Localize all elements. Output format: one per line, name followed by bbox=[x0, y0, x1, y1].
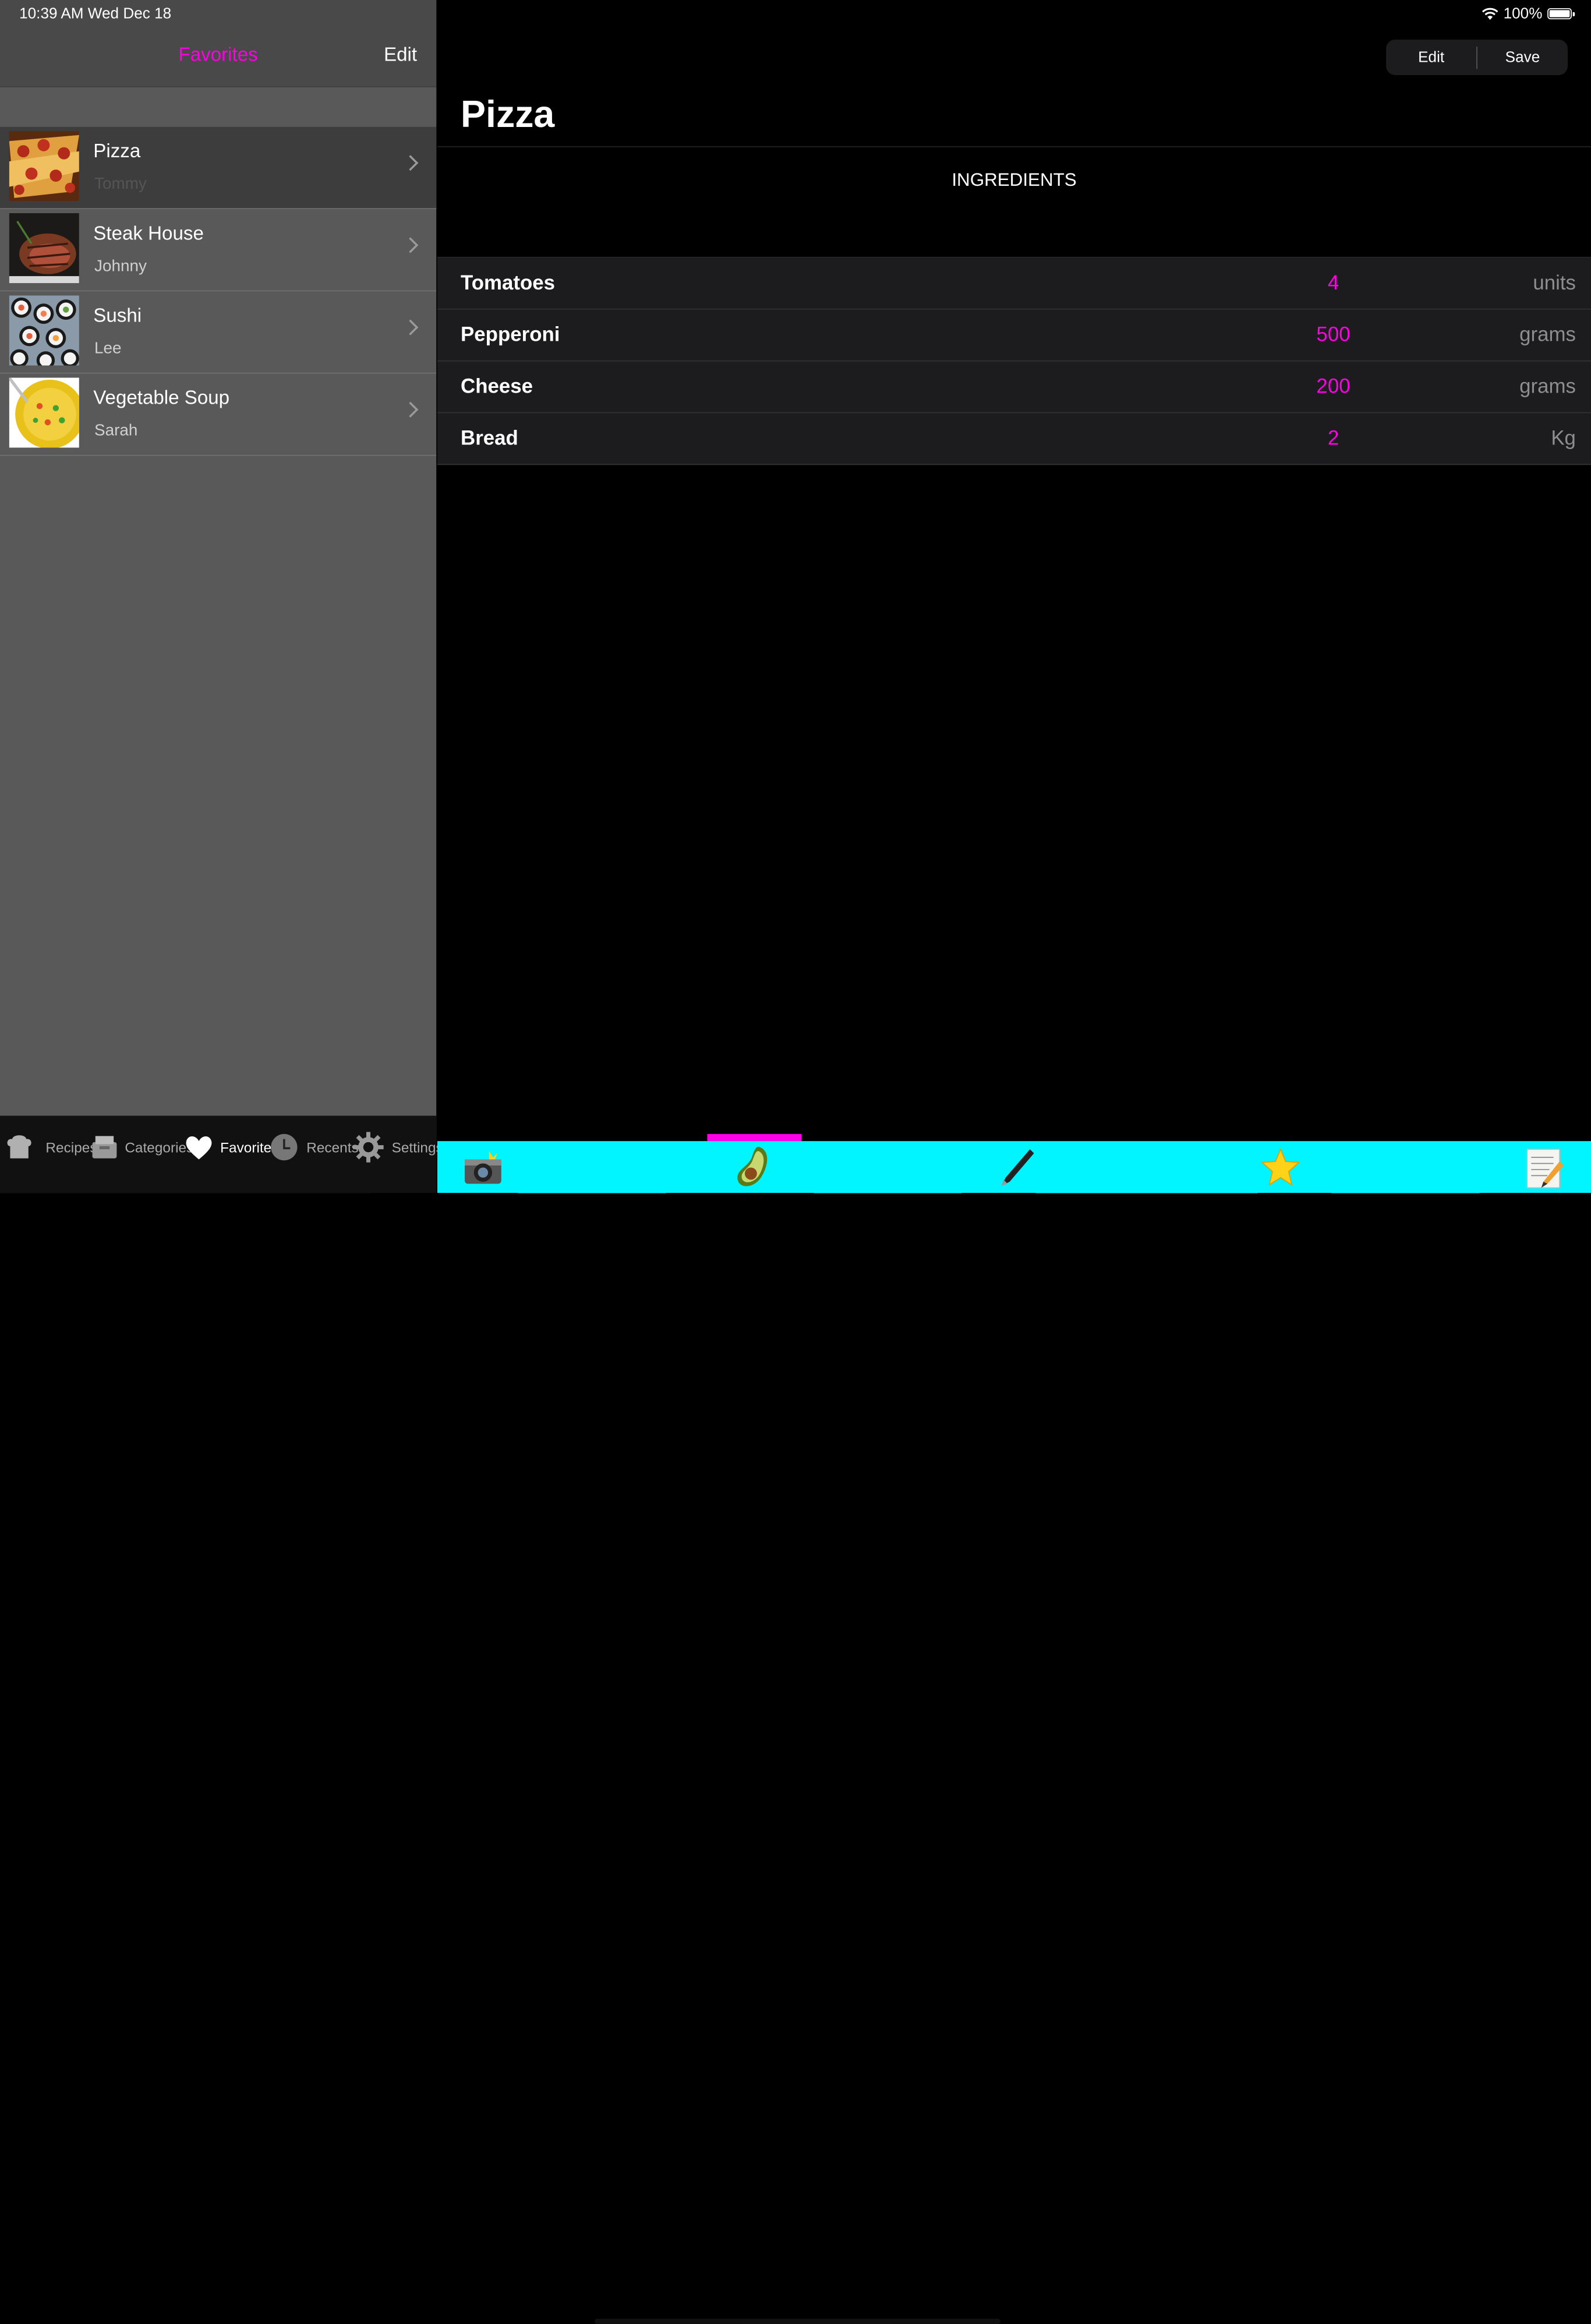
ingredient-name: Bread bbox=[461, 427, 518, 450]
ingredient-unit: units bbox=[1533, 272, 1576, 295]
list-item[interactable]: Vegetable Soup Sarah bbox=[0, 373, 437, 456]
selected-tab-indicator bbox=[707, 1133, 802, 1142]
heart-icon bbox=[186, 1136, 212, 1160]
tab-recents[interactable]: Recents bbox=[269, 1130, 359, 1164]
list-item[interactable]: Steak House Johnny bbox=[0, 209, 437, 292]
list-item[interactable]: Sushi Lee bbox=[0, 291, 437, 374]
pizza-thumbnail bbox=[9, 130, 79, 202]
sidebar-title: Favorites bbox=[178, 44, 258, 66]
battery-icon bbox=[1547, 8, 1575, 20]
list-item-title: Steak House bbox=[93, 223, 204, 245]
steak-thumbnail bbox=[9, 213, 79, 284]
list-item-subtitle: Sarah bbox=[94, 422, 138, 440]
list-item-subtitle: Lee bbox=[94, 340, 122, 358]
chevron-right-icon bbox=[402, 155, 419, 171]
list-section-header bbox=[0, 87, 437, 126]
list-item-title: Pizza bbox=[93, 141, 141, 163]
avocado-icon[interactable] bbox=[734, 1145, 775, 1190]
star-icon[interactable] bbox=[1260, 1147, 1301, 1188]
table-row[interactable]: Bread 2 Kg bbox=[437, 413, 1591, 465]
divider bbox=[437, 146, 1591, 147]
ingredient-quantity[interactable]: 4 bbox=[1293, 272, 1374, 295]
tab-label: Recents bbox=[306, 1139, 359, 1156]
list-item-title: Vegetable Soup bbox=[93, 387, 230, 409]
tab-bar: Recipes Categories Favorites Recents Set… bbox=[0, 1115, 443, 1193]
ingredient-name: Cheese bbox=[461, 375, 533, 398]
chevron-right-icon bbox=[402, 401, 419, 418]
gear-icon bbox=[353, 1132, 384, 1163]
edit-save-segment: Edit Save bbox=[1386, 39, 1568, 75]
tab-label: Settings bbox=[391, 1139, 443, 1156]
notepad-icon[interactable] bbox=[1525, 1147, 1564, 1190]
status-time: 10:39 AM Wed Dec 18 bbox=[19, 5, 172, 23]
ingredients-header: INGREDIENTS bbox=[952, 169, 1077, 190]
edit-button[interactable]: Edit bbox=[1386, 49, 1476, 66]
ingredient-unit: Kg bbox=[1551, 427, 1576, 450]
ingredient-quantity[interactable]: 500 bbox=[1293, 324, 1374, 347]
list-item-subtitle: Johnny bbox=[94, 257, 147, 276]
camera-icon[interactable] bbox=[463, 1149, 504, 1186]
sushi-thumbnail bbox=[9, 295, 79, 366]
table-row[interactable]: Tomatoes 4 units bbox=[437, 257, 1591, 310]
sidebar: Favorites Edit Pizza Tommy Steak House J… bbox=[0, 0, 443, 1193]
ingredient-name: Pepperoni bbox=[461, 324, 560, 347]
ingredient-unit: grams bbox=[1519, 324, 1576, 347]
soup-thumbnail bbox=[9, 377, 79, 448]
ingredient-unit: grams bbox=[1519, 375, 1576, 398]
chevron-right-icon bbox=[402, 237, 419, 253]
status-right: 100% bbox=[1481, 5, 1575, 23]
tab-settings[interactable]: Settings bbox=[352, 1130, 443, 1164]
tray-icon bbox=[92, 1136, 117, 1159]
wifi-icon bbox=[1482, 8, 1498, 20]
ingredients-table: Tomatoes 4 units Pepperoni 500 grams Che… bbox=[437, 256, 1591, 465]
status-bar: 10:39 AM Wed Dec 18 100% bbox=[0, 0, 1591, 29]
pen-icon[interactable] bbox=[994, 1145, 1034, 1190]
ingredient-name: Tomatoes bbox=[461, 272, 556, 295]
tab-favorites[interactable]: Favorites bbox=[183, 1130, 278, 1164]
battery-percent: 100% bbox=[1503, 5, 1543, 23]
table-row[interactable]: Cheese 200 grams bbox=[437, 361, 1591, 414]
chef-hat-icon bbox=[7, 1135, 31, 1159]
ingredient-quantity[interactable]: 2 bbox=[1293, 428, 1374, 451]
ingredient-quantity[interactable]: 200 bbox=[1293, 376, 1374, 399]
list-item-subtitle: Tommy bbox=[94, 175, 147, 193]
list-item-title: Sushi bbox=[93, 305, 142, 327]
tab-categories[interactable]: Categories bbox=[89, 1130, 193, 1164]
tab-recipes[interactable]: Recipes bbox=[4, 1130, 97, 1164]
save-button[interactable]: Save bbox=[1477, 49, 1568, 66]
clock-icon bbox=[271, 1133, 298, 1161]
recipe-list: Pizza Tommy Steak House Johnny Sushi Lee… bbox=[0, 126, 437, 456]
page-title: Pizza bbox=[461, 93, 555, 135]
home-indicator bbox=[595, 2319, 1001, 2324]
sidebar-edit-button[interactable]: Edit bbox=[384, 45, 417, 67]
bottom-toolbar bbox=[437, 1141, 1591, 2324]
chevron-right-icon bbox=[402, 319, 419, 335]
list-item[interactable]: Pizza Tommy bbox=[0, 126, 437, 210]
table-row[interactable]: Pepperoni 500 grams bbox=[437, 309, 1591, 362]
detail-pane: Edit Save Pizza INGREDIENTS Tomatoes 4 u… bbox=[437, 0, 1591, 2324]
